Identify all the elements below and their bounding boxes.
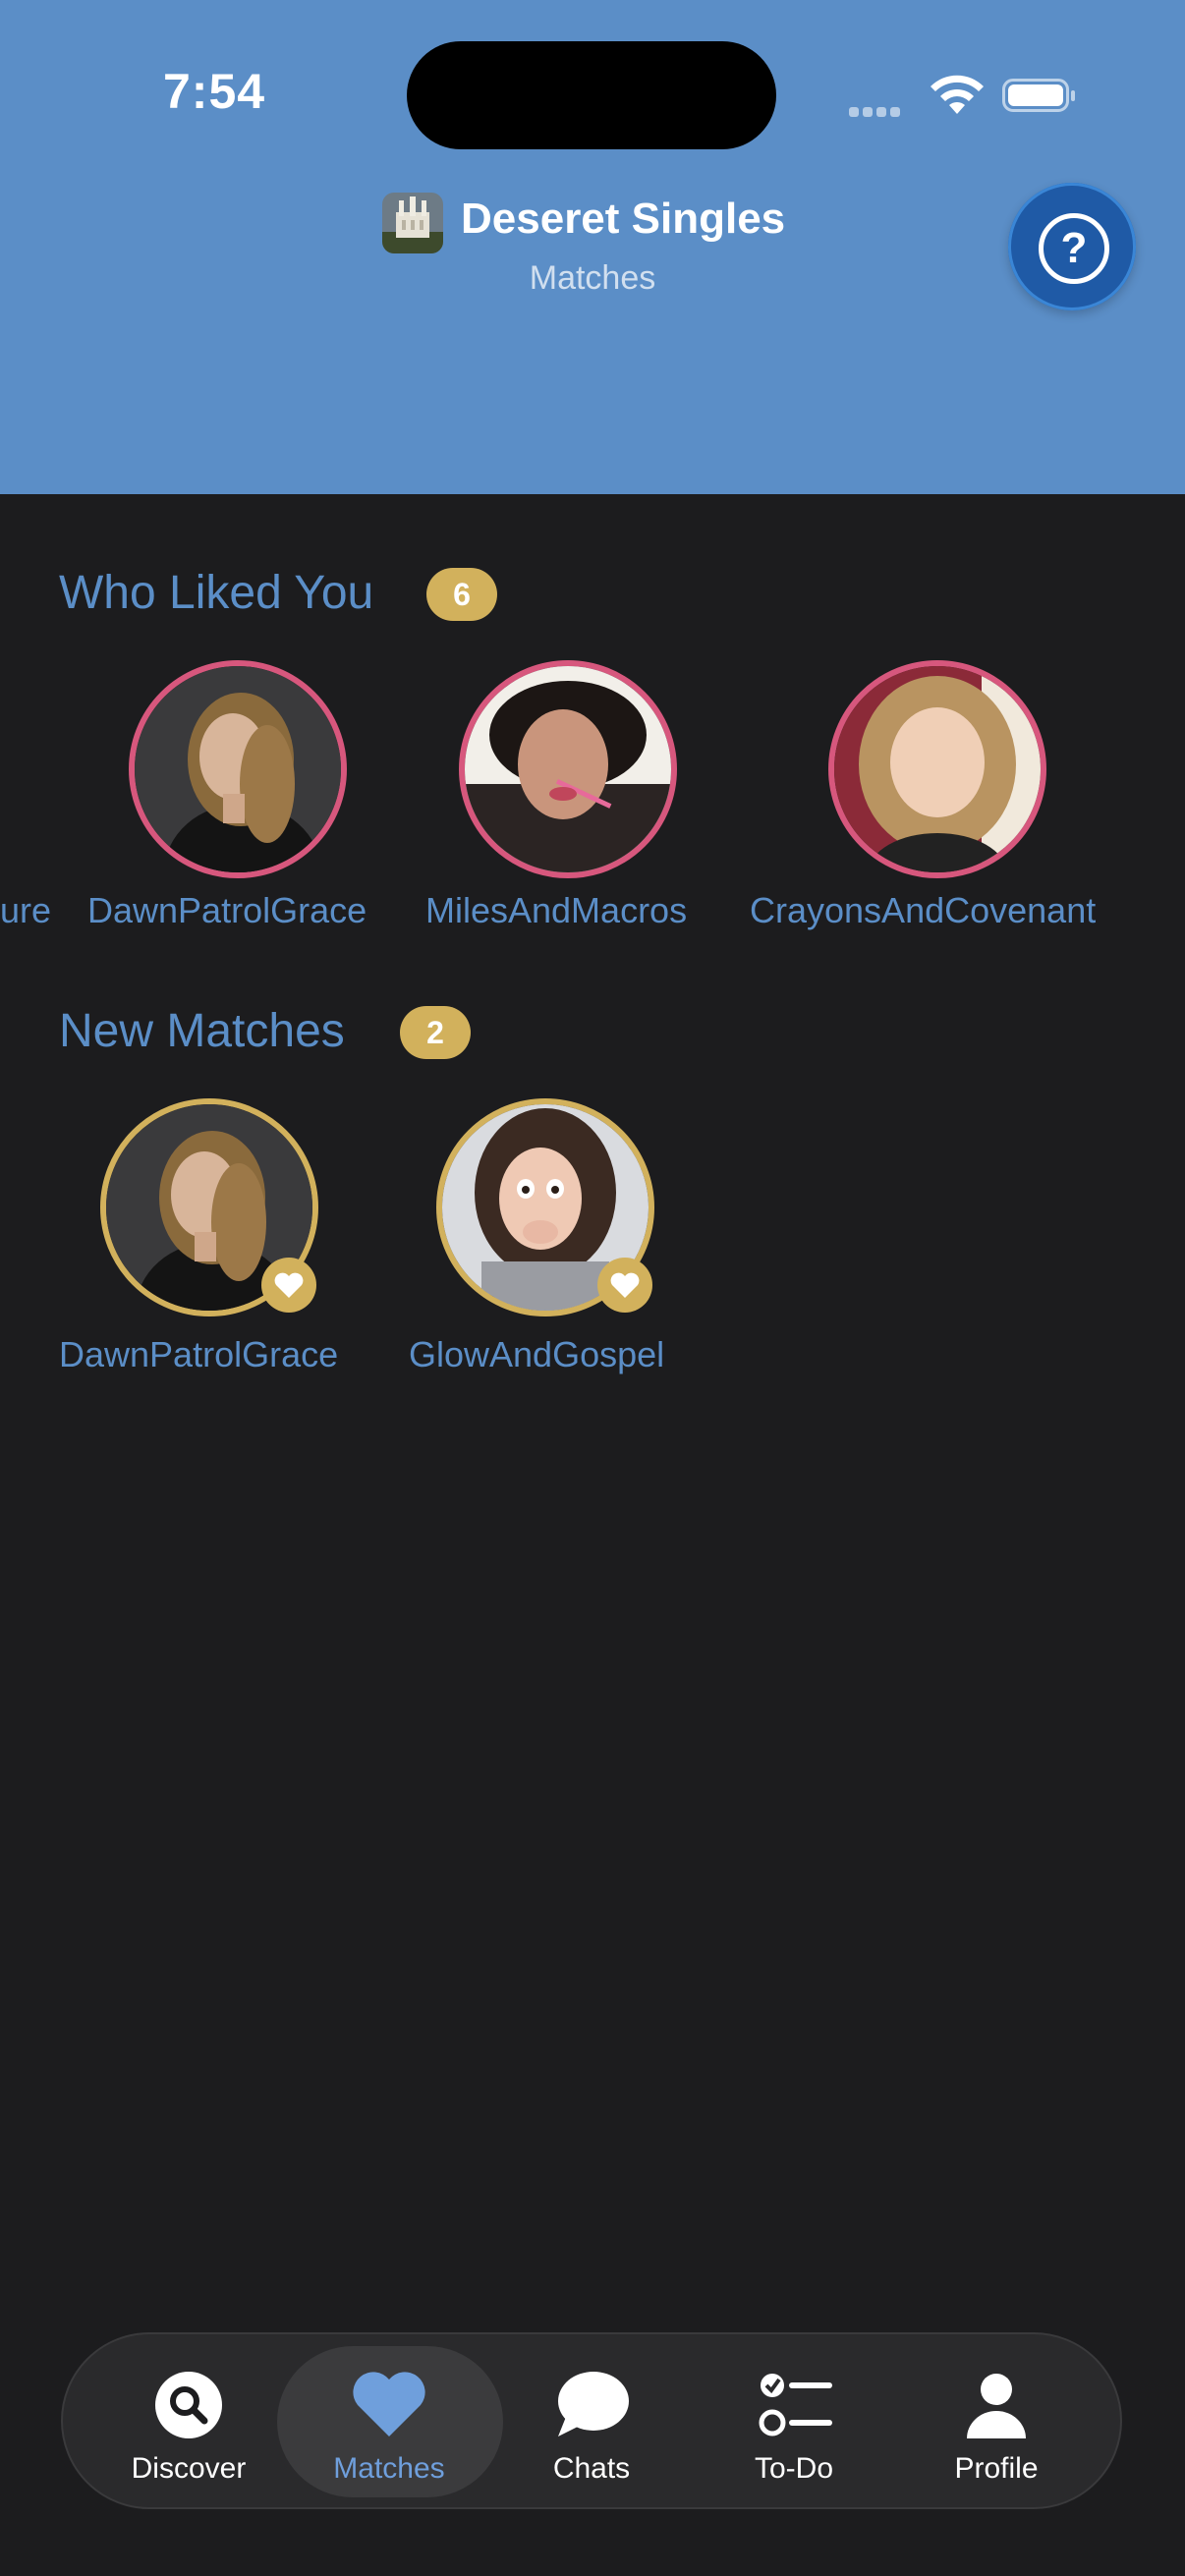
tab-todo[interactable]: To-Do (696, 2334, 892, 2511)
app-logo (382, 193, 443, 253)
question-mark-icon: ? (1039, 213, 1109, 284)
liked-avatar-dawnpatrolgrace[interactable] (129, 660, 347, 878)
wifi-icon (931, 75, 984, 114)
tab-matches[interactable]: Matches (291, 2334, 487, 2511)
tab-discover[interactable]: Discover (90, 2334, 287, 2511)
help-button[interactable]: ? (1008, 183, 1136, 310)
new-matches-title: New Matches (59, 1005, 345, 1057)
checklist-icon (759, 2374, 832, 2436)
liked-avatar-milesandmacros[interactable] (459, 660, 677, 878)
page-subtitle: Matches (529, 259, 656, 297)
tab-label: Profile (954, 2452, 1039, 2485)
liked-name[interactable]: DawnPatrolGrace (87, 890, 367, 931)
who-liked-you-title: Who Liked You (59, 567, 374, 619)
liked-name[interactable]: CrayonsAndCovenant (750, 890, 1096, 931)
tab-label: Matches (333, 2452, 445, 2485)
tab-label: To-Do (754, 2452, 834, 2485)
battery-icon (1002, 79, 1075, 112)
liked-name[interactable]: MilesAndMacros (425, 890, 687, 931)
search-icon (155, 2372, 222, 2438)
tab-label: Chats (552, 2452, 631, 2485)
status-time: 7:54 (163, 64, 266, 119)
chat-bubble-icon (558, 2372, 629, 2436)
tab-profile[interactable]: Profile (898, 2334, 1095, 2511)
status-icons (849, 75, 1085, 118)
who-liked-you-count-badge: 6 (426, 568, 497, 621)
match-heart-icon (261, 1258, 316, 1313)
header: 7:54 Deseret Singles Matches ? (0, 0, 1185, 494)
tab-bar: Discover Matches Chats To-Do Profile (61, 2332, 1122, 2509)
person-icon (967, 2374, 1026, 2438)
app-title: Deseret Singles (461, 195, 786, 243)
liked-avatar-crayonsandcovenant[interactable] (828, 660, 1046, 878)
liked-name-partial[interactable]: ure (0, 890, 51, 931)
tab-label: Discover (131, 2452, 247, 2485)
match-heart-icon (597, 1258, 652, 1313)
heart-icon (353, 2372, 425, 2436)
match-name[interactable]: DawnPatrolGrace (59, 1334, 338, 1375)
match-name[interactable]: GlowAndGospel (409, 1334, 664, 1375)
tab-chats[interactable]: Chats (493, 2334, 690, 2511)
dynamic-island (407, 41, 776, 149)
new-matches-count-badge: 2 (400, 1006, 471, 1059)
cellular-signal-icon (849, 104, 904, 122)
